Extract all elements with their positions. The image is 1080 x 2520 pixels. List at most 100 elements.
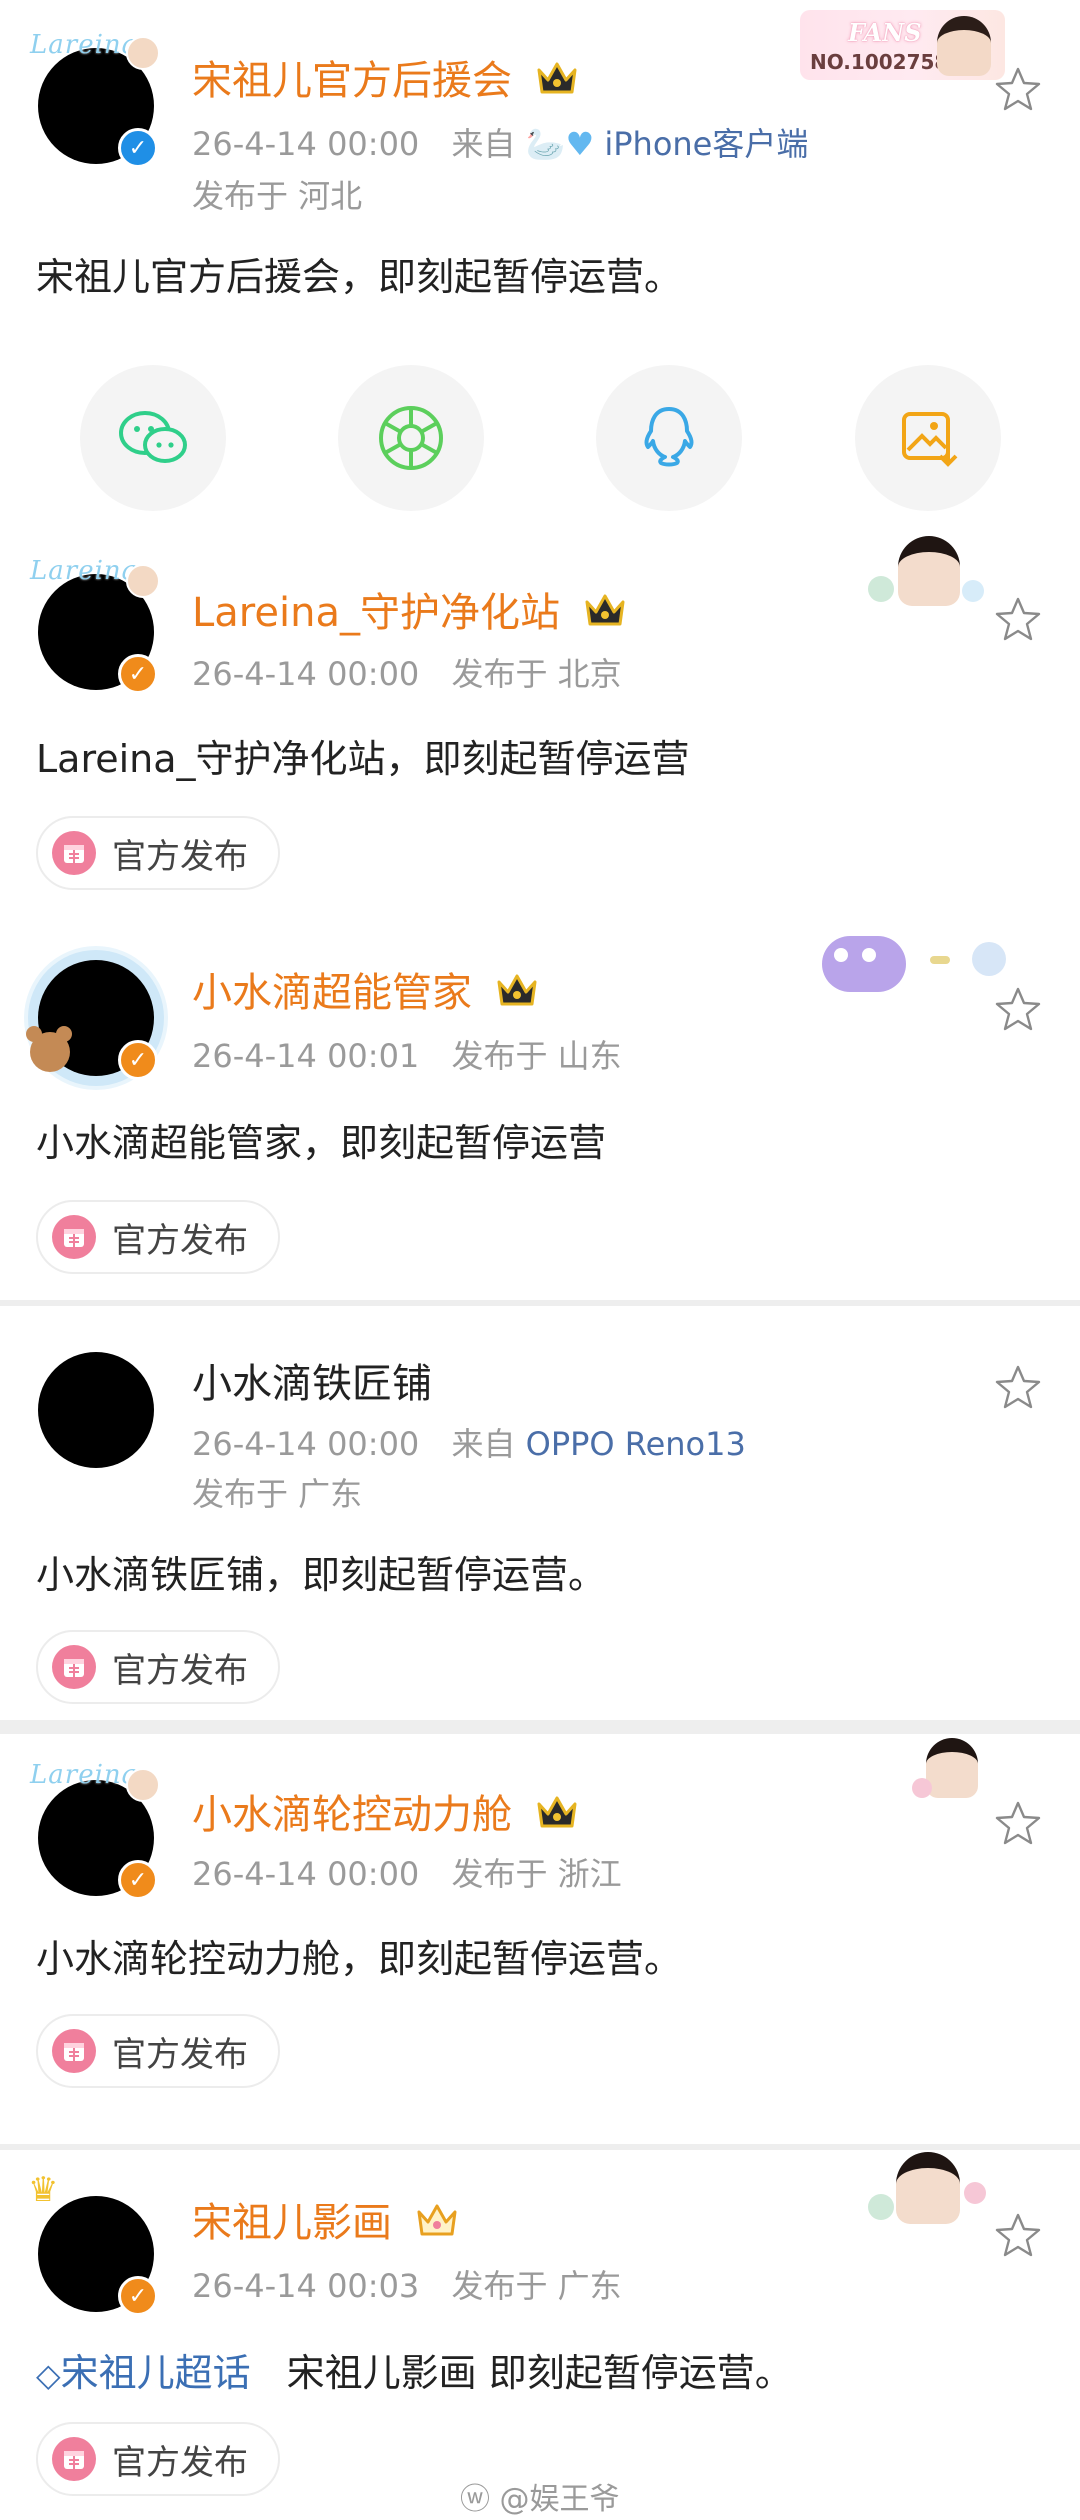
post-card: Lareina ✓ Lareina_守护净化站 26-4-14 00:00 发布… <box>0 530 1080 910</box>
moments-icon <box>379 406 443 470</box>
username[interactable]: 小水滴铁匠铺 <box>192 1364 432 1404</box>
share-row <box>0 365 1080 515</box>
username-text: 宋祖儿影画 <box>192 2200 392 2246</box>
feed-divider <box>0 1720 1080 1734</box>
tag-label: 官方发布 <box>112 836 248 877</box>
favorite-star-icon[interactable] <box>992 2210 1044 2262</box>
username-text: Lareina_守护净化站 <box>192 590 560 636</box>
favorite-star-icon[interactable] <box>992 1362 1044 1414</box>
verified-orange-icon: ✓ <box>118 654 158 694</box>
post-content: 小水滴超能管家，即刻起暂停运营 <box>36 1121 607 1165</box>
post-card: ✓ 小水滴超能管家 26-4-14 00:01 发布于 山东 小水滴超能管家，即… <box>0 910 1080 1300</box>
post-time: 26-4-14 00:00 <box>192 1425 420 1463</box>
weibo-logo-icon: ⓦ <box>460 2482 490 2517</box>
avatar[interactable] <box>38 1352 154 1468</box>
username[interactable]: 小水滴轮控动力舱 <box>192 1792 579 1835</box>
favorite-star-icon[interactable] <box>992 984 1044 1036</box>
swan-icon: 🦢 <box>525 125 566 163</box>
username-text: 宋祖儿官方后援会 <box>192 58 512 104</box>
post-meta: 26-4-14 00:03 发布于 广东 <box>192 2270 622 2302</box>
watermark: ⓦ @娱王爷 <box>460 2474 620 2518</box>
source-prefix: 来自 <box>451 1425 516 1463</box>
avatar-frame-text: Lareina <box>30 556 139 586</box>
calendar-icon <box>52 2029 96 2073</box>
fans-card-title: FANS <box>848 18 922 47</box>
username-text: 小水滴铁匠铺 <box>192 1361 432 1407</box>
username[interactable]: Lareina_守护净化站 <box>192 590 627 633</box>
share-qq-button[interactable] <box>596 365 742 511</box>
post-time: 26-4-14 00:00 <box>192 1855 420 1893</box>
username[interactable]: 宋祖儿官方后援会 <box>192 58 579 101</box>
post-content: ◇宋祖儿超话 宋祖儿影画 即刻起暂停运营。 <box>36 2354 793 2392</box>
post-meta: 26-4-14 00:01 发布于 山东 <box>192 1040 622 1072</box>
post-location: 发布于 广东 <box>192 1475 363 1513</box>
post-meta: 26-4-14 00:00 来自 OPPO Reno13 <box>192 1428 746 1460</box>
username[interactable]: 宋祖儿影画 <box>192 2200 459 2243</box>
avatar-frame-face <box>126 36 160 70</box>
post-meta: 26-4-14 00:00 来自 🦢♥ iPhone客户端 <box>192 128 808 160</box>
avatar-frame-face <box>126 564 160 598</box>
calendar-icon <box>52 1215 96 1259</box>
tag-label: 官方发布 <box>112 2034 248 2075</box>
portrait-decoration <box>868 536 988 616</box>
wechat-icon <box>119 411 187 463</box>
username-text: 小水滴轮控动力舱 <box>192 1792 512 1838</box>
post-location: 发布于 河北 <box>192 177 363 215</box>
post-time: 26-4-14 00:00 <box>192 125 420 163</box>
supertopic-link[interactable]: 宋祖儿超话 <box>61 2351 251 2395</box>
official-release-tag[interactable]: 官方发布 <box>36 2014 280 2088</box>
username[interactable]: 小水滴超能管家 <box>192 970 539 1013</box>
heart-icon: ♥ <box>565 125 595 163</box>
share-moments-button[interactable] <box>338 365 484 511</box>
post-content: Lareina_守护净化站，即刻起暂停运营 <box>36 737 690 781</box>
portrait-decoration <box>912 1734 996 1806</box>
post-time: 26-4-14 00:00 <box>192 655 420 693</box>
source-prefix: 来自 <box>451 125 516 163</box>
crown-icon <box>537 1796 577 1828</box>
tag-label: 官方发布 <box>112 1650 248 1691</box>
save-image-icon <box>902 412 958 467</box>
post-content: 小水滴轮控动力舱，即刻起暂停运营。 <box>36 1937 683 1981</box>
cat-decoration <box>822 930 1012 1000</box>
tag-label: 官方发布 <box>112 1220 248 1261</box>
source-device[interactable]: OPPO Reno13 <box>526 1425 746 1463</box>
post-card: ♛ ✓ 宋祖儿影画 26-4-14 00:03 发布于 广东 ◇宋祖儿超话 宋祖儿… <box>0 2150 1080 2520</box>
crown-icon <box>537 62 577 94</box>
post-time: 26-4-14 00:03 <box>192 2267 420 2305</box>
username-text: 小水滴超能管家 <box>192 970 472 1016</box>
qq-icon <box>644 407 694 467</box>
favorite-star-icon[interactable] <box>992 64 1044 116</box>
calendar-icon <box>52 2437 96 2481</box>
post-card: Lareina ✓ 宋祖儿官方后援会 26-4-14 00:00 来自 🦢♥ i… <box>0 0 1080 350</box>
share-wechat-button[interactable] <box>80 365 226 511</box>
post-location: 发布于 广东 <box>451 2267 622 2305</box>
tag-label: 官方发布 <box>112 2442 248 2483</box>
post-meta: 26-4-14 00:00 发布于 北京 <box>192 658 622 690</box>
fans-card-portrait <box>937 16 991 76</box>
favorite-star-icon[interactable] <box>992 1798 1044 1850</box>
verified-blue-icon: ✓ <box>118 128 158 168</box>
crown-icon <box>497 974 537 1006</box>
official-release-tag[interactable]: 官方发布 <box>36 1630 280 1704</box>
official-release-tag[interactable]: 官方发布 <box>36 2422 280 2496</box>
verified-orange-icon: ✓ <box>118 2276 158 2316</box>
post-content: 宋祖儿官方后援会，即刻起暂停运营。 <box>36 255 683 299</box>
supertopic-icon[interactable]: ◇ <box>36 2356 61 2394</box>
share-save-image-button[interactable] <box>855 365 1001 511</box>
portrait-decoration <box>868 2152 988 2232</box>
fans-card-number: NO.1002758 <box>810 50 949 74</box>
fans-card[interactable]: FANS NO.1002758 <box>800 10 1005 80</box>
bear-decoration <box>24 1022 74 1076</box>
source-device[interactable]: iPhone客户端 <box>604 125 808 163</box>
official-release-tag[interactable]: 官方发布 <box>36 1200 280 1274</box>
post-card: Lareina ✓ 小水滴轮控动力舱 26-4-14 00:00 发布于 浙江 … <box>0 1734 1080 2144</box>
post-location: 发布于 北京 <box>451 655 622 693</box>
crown-icon <box>417 2204 457 2236</box>
avatar-frame-text: Lareina <box>30 30 139 60</box>
official-release-tag[interactable]: 官方发布 <box>36 816 280 890</box>
post-time: 26-4-14 00:01 <box>192 1037 420 1075</box>
avatar-frame-text: Lareina <box>30 1760 139 1790</box>
watermark-text: @娱王爷 <box>499 2482 620 2517</box>
post-content: 小水滴铁匠铺，即刻起暂停运营。 <box>36 1553 607 1597</box>
favorite-star-icon[interactable] <box>992 594 1044 646</box>
